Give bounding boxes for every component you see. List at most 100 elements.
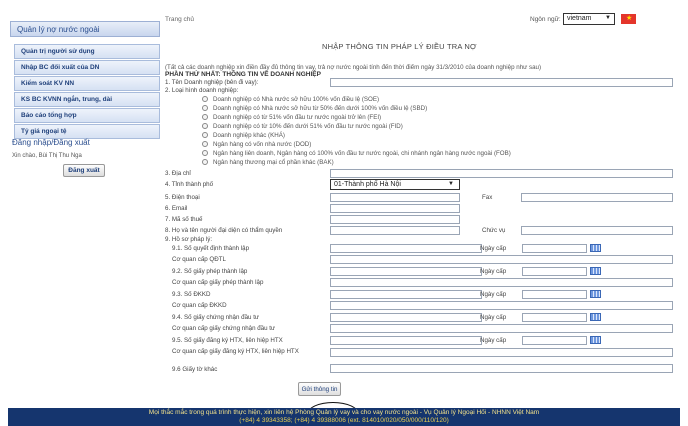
issue-date-input[interactable]	[522, 290, 587, 299]
issue-date-input[interactable]	[522, 336, 587, 345]
enterprise-type-option[interactable]: Doanh nghiệp khác (KHÁ)	[202, 132, 285, 140]
investment-cert-input[interactable]	[330, 313, 482, 322]
fax-input[interactable]	[521, 193, 673, 202]
radio-icon	[202, 105, 208, 111]
login-section-title: Đăng nhập/Đăng xuất	[12, 138, 90, 147]
sidebar-item-user-admin[interactable]: Quản trị người sử dụng	[14, 44, 160, 59]
calendar-icon[interactable]	[590, 290, 601, 298]
representative-input[interactable]	[330, 226, 460, 235]
sidebar-item-kvnn-control[interactable]: Kiểm soát KV NN	[14, 76, 160, 91]
city-value: 01-Thành phố Hà Nội	[334, 181, 401, 188]
chevron-down-icon: ▼	[448, 181, 454, 187]
footer-phone-line: (+84) 4 39343358; (+84) 4 39388006 (ext.…	[239, 417, 449, 424]
submit-button[interactable]: Gửi thông tin	[298, 382, 341, 396]
radio-icon	[202, 141, 208, 147]
issue-date-label: Ngày cấp	[480, 337, 507, 344]
enterprise-type-option[interactable]: Ngân hàng liên doanh, Ngân hàng có 100% …	[202, 150, 511, 158]
enterprise-type-option[interactable]: Doanh nghiệp có Nhà nước sở hữu 100% vốn…	[202, 96, 379, 104]
phone-label: 5. Điện thoại	[165, 194, 200, 201]
part-one-title: PHẦN THỨ NHẤT: THÔNG TIN VỀ DOANH NGHIỆP	[165, 71, 321, 78]
radio-icon	[202, 123, 208, 129]
legal-row-label: 9.4. Số giấy chứng nhận đầu tư	[172, 314, 260, 321]
calendar-icon[interactable]	[590, 244, 601, 252]
footer-contact-line: Mọi thắc mắc trong quá trình thực hiện, …	[148, 409, 540, 416]
city-label: 4. Tỉnh thành phố	[165, 181, 214, 188]
issue-date-label: Ngày cấp	[480, 291, 507, 298]
vietnam-flag-icon[interactable]: ★	[621, 14, 636, 24]
legal-row-label: Cơ quan cấp giấy chứng nhận đầu tư	[172, 325, 276, 332]
sidebar-item-enterprise-report[interactable]: Nhập BC đối xuất của DN	[14, 60, 160, 75]
tax-code-label: 7. Mã số thuế	[165, 216, 203, 223]
other-docs-input[interactable]	[330, 364, 673, 373]
radio-icon	[202, 132, 208, 138]
fax-label: Fax	[482, 194, 493, 201]
position-label: Chức vụ	[482, 227, 506, 234]
legal-row-label: Cơ quan cấp ĐKKD	[172, 302, 227, 309]
license-number-input[interactable]	[330, 267, 482, 276]
radio-icon	[202, 96, 208, 102]
top-bar: Trang chủ Ngôn ngữ: vietnam ▼ ★	[160, 12, 680, 28]
user-greeting: Xin chào, Bùi Thị Thu Nga	[12, 153, 82, 159]
legal-row-label: 9.2. Số giấy phép thành lập	[172, 268, 248, 275]
legal-row-label: 9.3. Số ĐKKD	[172, 291, 211, 298]
enterprise-type-option[interactable]: Ngân hàng có vốn nhà nước (DOD)	[202, 141, 311, 149]
calendar-icon[interactable]	[590, 313, 601, 321]
representative-label: 8. Họ và tên người đại diện có thẩm quyề…	[165, 227, 283, 234]
business-reg-issuer-input[interactable]	[330, 301, 673, 310]
sidebar-title: Quản lý nợ nước ngoài	[10, 21, 160, 37]
radio-icon	[202, 159, 208, 165]
form-note: (Tất cả các doanh nghiệp xin điền đầy đủ…	[165, 64, 542, 71]
issue-date-label: Ngày cấp	[480, 314, 507, 321]
coop-reg-issuer-input[interactable]	[330, 348, 673, 357]
legal-row-label: 9.6 Giấy tờ khác	[172, 366, 218, 373]
enterprise-name-label: 1. Tên Doanh nghiệp (bên đi vay):	[165, 79, 259, 86]
sidebar-item-kvnn-terms[interactable]: KS BC KVNN ngắn, trung, dài	[14, 92, 160, 107]
calendar-icon[interactable]	[590, 336, 601, 344]
legal-info-form: NHẬP THÔNG TIN PHÁP LÝ ĐIỀU TRA NỢ (Tất …	[160, 28, 680, 408]
enterprise-type-label: 2. Loại hình doanh nghiệp:	[165, 87, 239, 94]
radio-icon	[202, 114, 208, 120]
issue-date-label: Ngày cấp	[480, 245, 507, 252]
sidebar-item-summary-report[interactable]: Báo cáo tổng hợp	[14, 108, 160, 123]
issue-date-input[interactable]	[522, 313, 587, 322]
city-select[interactable]: 01-Thành phố Hà Nội ▼	[330, 179, 460, 190]
sidebar: Quản lý nợ nước ngoài Quản trị người sử …	[10, 18, 160, 193]
logout-button[interactable]: Đăng xuất	[63, 164, 105, 177]
enterprise-type-option[interactable]: Doanh nghiệp có từ 10% đến dưới 51% vốn …	[202, 123, 403, 131]
coop-reg-input[interactable]	[330, 336, 482, 345]
address-label: 3. Địa chỉ	[165, 170, 191, 177]
issue-date-label: Ngày cấp	[480, 268, 507, 275]
form-title: NHẬP THÔNG TIN PHÁP LÝ ĐIỀU TRA NỢ	[322, 42, 477, 51]
issue-date-input[interactable]	[522, 244, 587, 253]
enterprise-type-option[interactable]: Doanh nghiệp có từ 51% vốn đầu tư nước n…	[202, 114, 381, 122]
address-input[interactable]	[330, 169, 673, 178]
legal-row-label: 9.5. Số giấy đăng ký HTX, liên hiệp HTX	[172, 337, 283, 344]
establishment-decision-input[interactable]	[330, 244, 482, 253]
legal-docs-label: 9. Hồ sơ pháp lý:	[165, 236, 213, 243]
investment-cert-issuer-input[interactable]	[330, 324, 673, 333]
phone-input[interactable]	[330, 193, 460, 202]
sidebar-item-exchange-rate[interactable]: Tỷ giá ngoại tệ	[14, 124, 160, 139]
decision-issuer-input[interactable]	[330, 255, 673, 264]
email-label: 6. Email	[165, 205, 188, 212]
language-value: vietnam	[567, 15, 592, 22]
legal-row-label: 9.1. Số quyết định thành lập	[172, 245, 250, 252]
enterprise-type-option[interactable]: Ngân hàng thương mại cổ phần khác (BAK)	[202, 159, 334, 167]
radio-icon	[202, 150, 208, 156]
home-link[interactable]: Trang chủ	[165, 16, 194, 23]
license-issuer-input[interactable]	[330, 278, 673, 287]
position-input[interactable]	[521, 226, 673, 235]
legal-row-label: Cơ quan cấp giấy đăng ký HTX, liên hiệp …	[172, 348, 299, 355]
issue-date-input[interactable]	[522, 267, 587, 276]
language-label: Ngôn ngữ:	[530, 16, 561, 23]
legal-row-label: Cơ quan cấp giấy phép thành lập	[172, 279, 264, 286]
language-select[interactable]: vietnam ▼	[563, 13, 615, 25]
enterprise-type-option[interactable]: Doanh nghiệp có Nhà nước sở hữu từ 50% đ…	[202, 105, 427, 113]
tax-code-input[interactable]	[330, 215, 460, 224]
business-reg-input[interactable]	[330, 290, 482, 299]
legal-row-label: Cơ quan cấp QĐTL	[172, 256, 226, 263]
chevron-down-icon: ▼	[605, 15, 611, 21]
calendar-icon[interactable]	[590, 267, 601, 275]
enterprise-name-input[interactable]	[330, 78, 673, 87]
email-input[interactable]	[330, 204, 460, 213]
